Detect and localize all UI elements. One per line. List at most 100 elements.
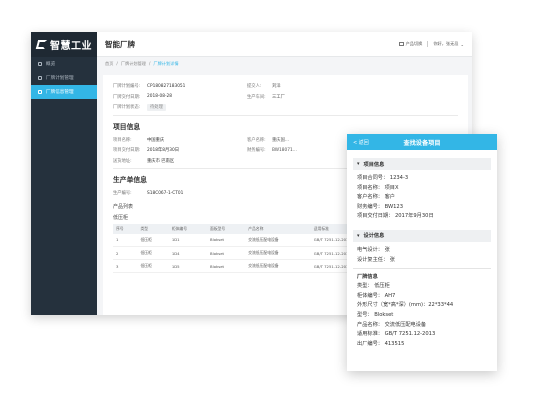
detail-line: 适用标准： GB/T 7251.12-2013 bbox=[357, 331, 436, 338]
table-cell: 2 bbox=[113, 246, 138, 260]
back-button[interactable]: < 返回 bbox=[353, 139, 369, 146]
table-cell: Blokset bbox=[207, 246, 246, 260]
field-label: 项目交付日期: bbox=[113, 148, 141, 154]
section-label: 项目信息 bbox=[363, 161, 385, 168]
table-cell: 交流低压配电设备 bbox=[245, 259, 311, 273]
sidebar: 智慧工业 概览 厂牌计划管理 厂牌信息管理 bbox=[31, 32, 97, 315]
detail-line: 出厂编号： 413515 bbox=[357, 340, 405, 347]
status-badge: 待处理 bbox=[147, 103, 166, 111]
sidebar-item-info-management[interactable]: 厂牌信息管理 bbox=[31, 85, 97, 99]
breadcrumb-item[interactable]: 厂牌计划管理 bbox=[121, 61, 146, 67]
field-value: 中国重庆 bbox=[147, 137, 165, 143]
breadcrumb-current: 厂牌计划详情 bbox=[153, 60, 179, 66]
divider bbox=[113, 114, 458, 116]
field-label: 客户名称: bbox=[247, 137, 266, 143]
divider bbox=[353, 268, 491, 270]
product-switch-button[interactable]: 产品切换 bbox=[406, 41, 423, 47]
column-header: 柜体编号 bbox=[168, 223, 208, 234]
field-value: 2018年8月30日 bbox=[147, 148, 180, 154]
switch-icon bbox=[398, 42, 404, 46]
detail-line: 外形尺寸（宽*高*深）(mm)：22*33*44 bbox=[357, 302, 454, 309]
cabinet-section-title: 厂牌信息 bbox=[357, 274, 378, 281]
table-cell: 低压柜 bbox=[137, 246, 169, 260]
field-value: 重庆市 巴南区 bbox=[147, 158, 175, 164]
field-label: 财务编号: bbox=[247, 148, 266, 154]
table-cell: Blokset bbox=[207, 259, 246, 273]
section-label: 设计信息 bbox=[363, 233, 385, 240]
design-section-toggle[interactable]: ▾ 设计信息 bbox=[353, 229, 491, 242]
sidebar-item-label: 厂牌计划管理 bbox=[46, 76, 74, 81]
info-icon bbox=[38, 90, 42, 94]
detail-line: 财务编号： BW123 bbox=[357, 203, 403, 210]
sidebar-item-plan-management[interactable]: 厂牌计划管理 bbox=[31, 71, 97, 85]
info-row: 厂牌计划编号: CP180827183051 提交人: 刘洋 bbox=[113, 81, 458, 92]
field-label: 项目名称: bbox=[113, 137, 132, 143]
field-label: 生产车间: bbox=[247, 94, 266, 100]
logo-icon bbox=[35, 40, 48, 49]
home-icon bbox=[38, 62, 42, 66]
field-value: 2018-08-28 bbox=[147, 94, 172, 100]
detail-line: 型号： Blokset bbox=[357, 311, 394, 318]
sidebar-item-label: 厂牌信息管理 bbox=[46, 90, 74, 95]
detail-line: 客户名称： 客户 bbox=[357, 194, 395, 201]
field-label: 提交人: bbox=[247, 84, 262, 90]
top-bar: 智能厂牌 产品切换 你好，张无忌 ⌄ bbox=[97, 32, 472, 57]
field-label: 厂牌计划状态: bbox=[113, 105, 141, 111]
list-icon bbox=[38, 76, 42, 80]
table-cell: Blokset bbox=[207, 233, 246, 247]
table-cell: 交流低压配电设备 bbox=[245, 246, 311, 260]
chevron-down-icon: ▾ bbox=[357, 161, 360, 167]
detail-line: 项目合同号： 1234-3 bbox=[357, 175, 409, 181]
field-label: 生产编号: bbox=[113, 191, 132, 197]
divider bbox=[427, 41, 429, 47]
section-title-project: 项目信息 bbox=[113, 122, 141, 131]
column-header: 产品名称 bbox=[245, 223, 311, 234]
detail-line: 项目名称： 项目X bbox=[357, 184, 399, 191]
chevron-down-icon[interactable]: ⌄ bbox=[460, 42, 464, 47]
table-cell: 低压柜 bbox=[137, 259, 169, 273]
table-cell: 1D4 bbox=[168, 246, 208, 260]
breadcrumb-separator: / bbox=[148, 61, 151, 66]
detail-line: 产品名称： 交流低压配电设备 bbox=[357, 321, 427, 328]
popup-header: < 返回 查找设备项目 bbox=[347, 134, 497, 150]
project-section-toggle[interactable]: ▾ 项目信息 bbox=[353, 158, 491, 170]
breadcrumb: 首页 / 厂牌计划管理 / 厂牌计划详情 bbox=[97, 57, 472, 70]
detail-line: 类型： 低压柜 bbox=[357, 283, 390, 290]
sidebar-item-overview[interactable]: 概览 bbox=[31, 57, 97, 71]
page-title: 智能厂牌 bbox=[105, 39, 135, 49]
breadcrumb-item[interactable]: 首页 bbox=[105, 61, 113, 67]
popup-title: 查找设备项目 bbox=[403, 139, 441, 147]
column-header: 序号 bbox=[113, 223, 138, 234]
table-cell: 交流低压配电设备 bbox=[245, 233, 311, 247]
table-cell: 1D1 bbox=[168, 233, 208, 247]
table-cell: 3 bbox=[113, 259, 138, 273]
brand-name: 智慧工业 bbox=[50, 41, 92, 52]
field-value: 刘洋 bbox=[272, 84, 281, 90]
field-value: S18C067-1-CT01 bbox=[147, 190, 184, 196]
field-value: BW18071... bbox=[272, 147, 297, 153]
field-value: CP180827183051 bbox=[147, 83, 186, 89]
sidebar-item-label: 概览 bbox=[46, 62, 56, 67]
detail-line: 电气设计： 张 bbox=[357, 246, 390, 253]
detail-line: 设计复主任： 张 bbox=[357, 256, 395, 263]
device-lookup-popup: < 返回 查找设备项目 ▾ 项目信息 项目合同号： 1234-3 项目名称： 项… bbox=[347, 134, 497, 371]
detail-line: 项目交付日期： 2017年9月30日 bbox=[357, 213, 434, 220]
table-cell: 低压柜 bbox=[137, 233, 169, 247]
field-value: 重庆国... bbox=[272, 137, 289, 143]
field-value: 三工厂 bbox=[272, 94, 285, 100]
column-header: 类型 bbox=[137, 223, 169, 234]
field-label: 送货地址: bbox=[113, 158, 132, 164]
info-row: 厂牌计划状态: 待处理 bbox=[113, 102, 458, 113]
chevron-down-icon: ▾ bbox=[357, 232, 360, 239]
field-label: 厂牌交付日期: bbox=[113, 94, 141, 100]
detail-line: 柜体编号： AH7 bbox=[357, 292, 396, 299]
top-right-controls: 产品切换 你好，张无忌 ⌄ bbox=[398, 41, 464, 47]
table-cell: 1D5 bbox=[168, 259, 208, 273]
table-cell: 1 bbox=[113, 233, 138, 247]
column-header: 面板型号 bbox=[207, 223, 246, 234]
info-row: 厂牌交付日期: 2018-08-28 生产车间: 三工厂 bbox=[113, 92, 458, 103]
user-menu[interactable]: 你好，张无忌 bbox=[433, 41, 458, 47]
brand-logo[interactable]: 智慧工业 bbox=[31, 32, 97, 57]
field-label: 厂牌计划编号: bbox=[113, 84, 141, 90]
breadcrumb-separator: / bbox=[116, 61, 118, 66]
